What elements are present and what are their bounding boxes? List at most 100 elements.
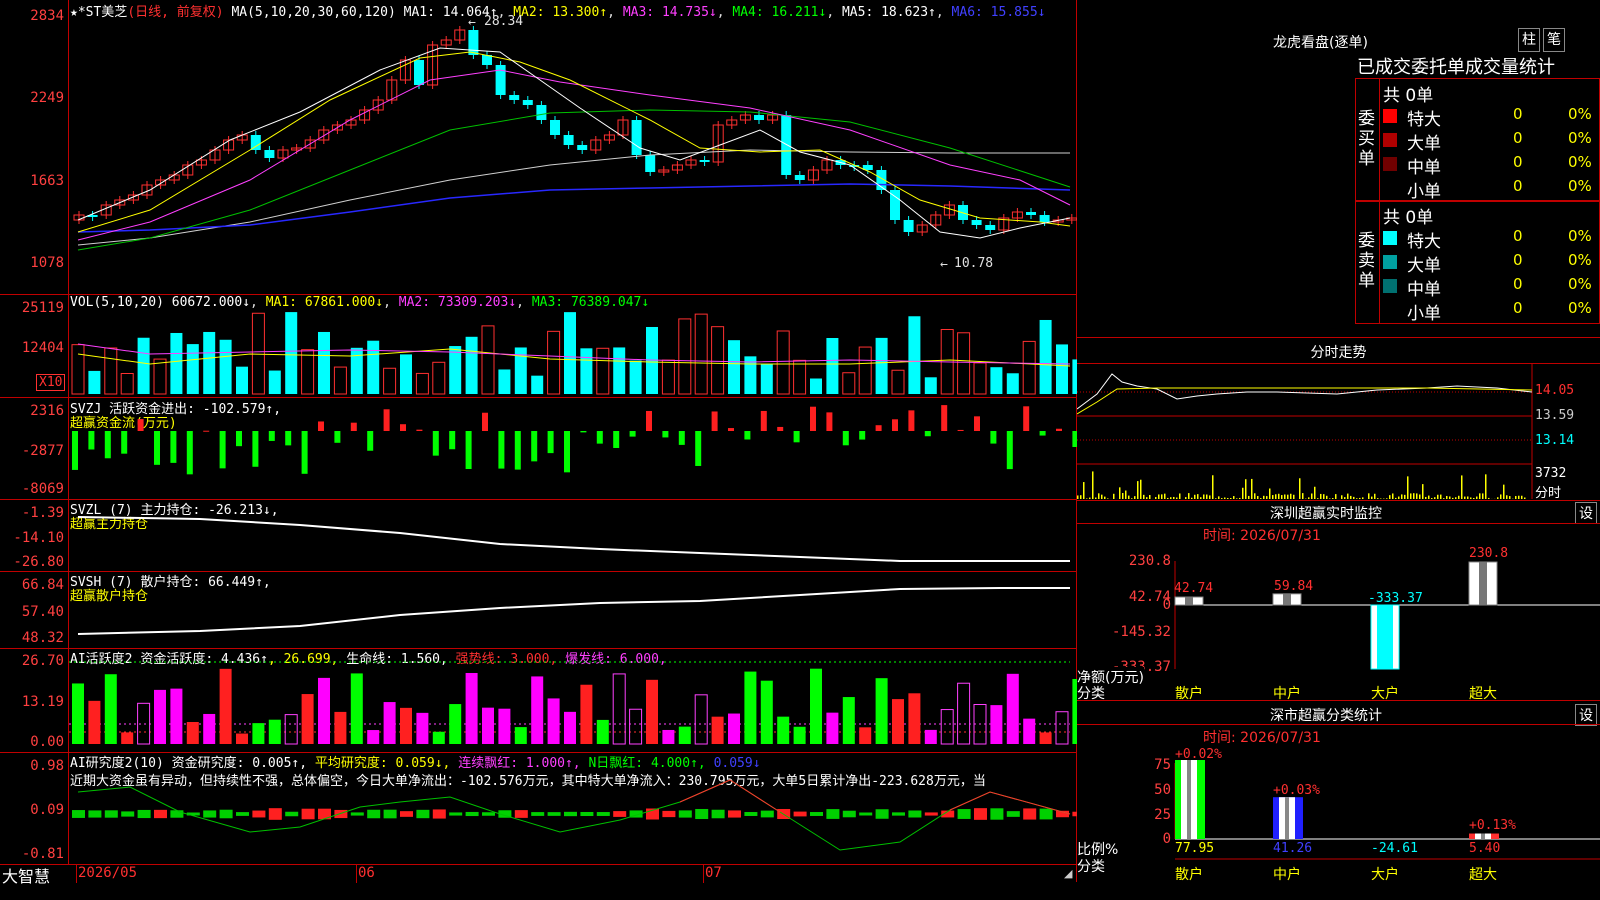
pct-label: +0.13% [1469,818,1516,833]
intraday-vol-bar [1521,495,1523,499]
sz-stats-panel[interactable]: 深市超赢分类统计 设 时间: 2026/07/31 75 50 25 0 +0.… [1077,701,1600,883]
intraday-vol-bar [1254,493,1256,499]
intraday-vol-bar [1422,484,1424,499]
research-bar [892,812,905,816]
research-bar [678,810,692,818]
activity-bar [432,731,445,744]
volume-bar [88,370,101,394]
intraday-vol-bar [1299,478,1301,499]
volume-bar [547,330,561,395]
time-label: 07 [705,865,722,881]
intraday-vol-bar [1257,495,1259,499]
activity-bar [318,677,330,744]
buy-section: 委买单 共 0单 特大 0 0% 大单 0 0% 中单 0 0% 小单 0 0% [1355,78,1600,202]
candle [264,150,275,158]
research-bar [432,809,446,819]
intraday-panel[interactable]: 分时走势 14.05 13.59 13.14 3732 分时 [1077,338,1600,501]
legend-swatch [1383,279,1397,293]
lhb-panel[interactable]: 龙虎看盘(逐单) 柱 笔 已成交委托单成交量统计 委买单 共 0单 特大 0 0… [1077,0,1600,338]
buy-row: 小单 0 0% [1407,177,1592,202]
flow-bar [121,431,128,454]
intraday-vol-bar [1206,494,1208,499]
ai-active-panel[interactable]: 26.70 13.19 0.00 AI活跃度2 资金活跃度: 4.436↑, 2… [0,648,1077,753]
intraday-vol-bar [1485,474,1487,499]
research-bar [842,810,856,818]
research-bar [72,810,85,818]
activity-bar [154,689,166,744]
activity-bar [662,729,675,744]
sz-monitor-panel[interactable]: 深圳超赢实时监控 设 时间: 2026/07/31 230.8 42.74 0 … [1077,501,1600,702]
svg-text:←: ← [940,257,948,272]
activity-bar [514,727,527,744]
intraday-vol-bar [1428,495,1430,499]
volume-bar [908,316,921,394]
app-logo: 大智慧 [2,867,51,886]
volume-bar [203,331,216,394]
volume-bar [449,346,462,394]
intraday-vol-bar [1107,498,1109,499]
intraday-vol-bar [1350,495,1352,499]
sell-row: 中单 0 0% [1383,275,1600,300]
activity-bar [531,676,544,744]
volume-panel[interactable]: 25119 12404 X10 VOL(5,10,20) 60672.000↓,… [0,294,1077,398]
sz-monitor-xtick: 超大 [1469,686,1497,702]
intraday-vol-bar [1371,496,1373,499]
activity-bar [842,697,855,744]
intraday-vol-bar [1395,497,1397,499]
svzj-panel[interactable]: 2316 -2877 -8069 SVZJ 活跃资金进出: -102.579↑,… [0,397,1077,500]
flow-bar [990,431,997,444]
tab-bar-chart[interactable]: 柱 [1518,28,1540,52]
intraday-vol-bar [1455,497,1457,499]
activity-bar [957,682,971,745]
candlestick-panel[interactable]: 2834 2249 1663 1078 ★*ST美芝(日线, 前复权) MA(5… [0,0,1077,295]
intraday-vol-bar [1122,493,1124,499]
intraday-vol-bar [1311,493,1313,499]
flow-bar [252,431,259,467]
flow-bar [154,431,160,465]
volume-bar [104,347,118,395]
research-bar [596,812,610,816]
scroll-right-icon[interactable]: ◢ [1064,867,1072,880]
volume-bar [236,366,248,394]
research-bar [924,812,938,816]
candle [509,95,520,100]
intraday-vol-bar [1386,498,1388,499]
intraday-vol-bar [1458,495,1460,499]
intraday-vol-bar [1239,497,1241,499]
svsh-panel[interactable]: 66.84 57.40 48.32 SVSH (7) 散户持仓: 66.449↑… [0,571,1077,649]
intraday-vol-bar [1308,497,1310,499]
candle [250,135,261,150]
research-bar [514,810,528,818]
intraday-vol-bar [1158,494,1160,499]
activity-bar [1006,673,1019,744]
flow-bar [285,431,292,446]
intraday-vol-bar [1293,494,1295,499]
flow-bar [104,431,111,459]
research-bar [793,811,807,817]
ai-research-panel[interactable]: 0.98 0.09 -0.81 AI研究度2(10) 资金研究度: 0.005↑… [0,752,1077,864]
sell-label: 委卖单 [1358,231,1375,291]
ai-research-chart [72,779,1077,851]
flow-bar [203,430,210,432]
flow-bar [908,410,915,431]
intraday-vol-bar [1326,495,1328,499]
low-price-label: 10.78 [954,256,994,271]
research-bar [695,808,709,820]
intraday-vol-bar [1275,494,1277,499]
intraday-vol-bar [1113,493,1115,499]
svzl-panel[interactable]: -1.39 -14.10 -26.80 SVZL (7) 主力持仓: -26.2… [0,499,1077,572]
research-bar [203,810,217,818]
intraday-vol-bar [1503,484,1505,499]
research-bar [88,810,102,818]
volume-bar [153,358,167,395]
activity-bar [186,721,199,744]
intraday-vol-bar [1140,479,1142,499]
flow-bar [531,431,538,462]
intraday-vol-bar [1272,495,1274,499]
volume-bar [629,360,642,394]
intraday-vol-bar [1227,498,1229,499]
left-chart-area[interactable]: 2834 2249 1663 1078 ★*ST美芝(日线, 前复权) MA(5… [0,0,1077,886]
activity-bar [72,683,84,744]
tab-tick[interactable]: 笔 [1543,28,1565,52]
intraday-vol-bar [1146,497,1148,499]
